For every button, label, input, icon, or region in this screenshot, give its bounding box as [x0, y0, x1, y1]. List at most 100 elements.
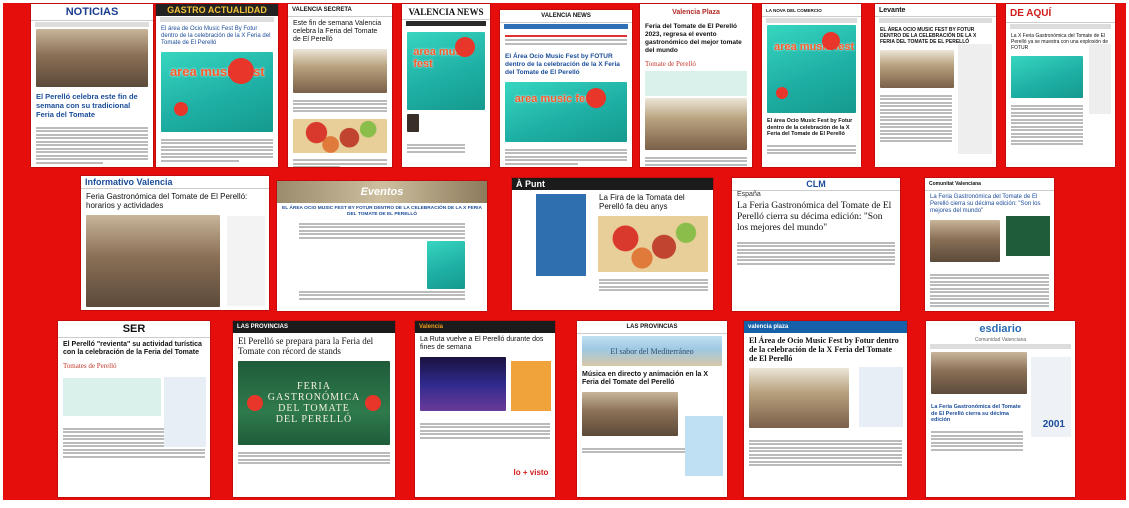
- masthead: À Punt: [512, 178, 713, 190]
- poster-line: DEL PERELLÓ: [275, 414, 353, 425]
- body-text: [744, 435, 907, 471]
- banner-ad: El sabor del Mediterráneo: [582, 336, 722, 366]
- masthead: SER: [58, 321, 210, 338]
- sidebar-ad: [685, 416, 723, 476]
- clipping-levante[interactable]: Levante EL ÁREA OCIO MUSIC FEST BY FOTUR…: [875, 4, 996, 167]
- masthead: Eventos: [277, 181, 487, 203]
- masthead: Valencia: [415, 321, 555, 333]
- crowd-photo: [930, 220, 1000, 262]
- body-text: [402, 139, 470, 157]
- headline: Feria del Tomate de El Perelló 2023, reg…: [645, 23, 742, 54]
- clipping-valencia-secreta[interactable]: VALENCIA SECRETA Este fin de semana Vale…: [288, 4, 392, 167]
- clipping-clm[interactable]: CLM España La Feria Gastronómica del Tom…: [732, 178, 900, 311]
- article-photo: [582, 392, 678, 436]
- headline: Este fin de semana Valencia celebra la F…: [293, 20, 382, 43]
- body-text: [288, 155, 392, 167]
- nav-bar: [160, 17, 274, 22]
- clipping-informativo-valencia[interactable]: Informativo Valencia Feria Gastronómica …: [81, 176, 269, 310]
- clipping-valencia-plaza[interactable]: Valencia Plaza Feria del Tomate de El Pe…: [640, 4, 752, 167]
- crowd-photo: [931, 352, 1027, 394]
- tomato-graphic: [775, 86, 788, 99]
- masthead: Levante: [875, 4, 996, 17]
- event-poster: Tomate de Perelló: [645, 60, 747, 96]
- poster-title: area music fest: [514, 92, 595, 105]
- body-text: [1006, 100, 1088, 150]
- masthead: Comunitat Valenciana: [925, 178, 1054, 191]
- clipping-ruta[interactable]: Valencia La Ruta vuelve a El Perelló dur…: [415, 321, 555, 497]
- body-text: [233, 447, 395, 469]
- masthead: VALENCIA NEWS: [402, 4, 490, 20]
- nav-bar: [406, 21, 486, 26]
- clipping-a-punt[interactable]: À Punt La Fira de la Tomata del Perelló …: [512, 178, 713, 310]
- body-text: [594, 274, 713, 296]
- ad-label: lo + visto: [513, 468, 549, 477]
- sidebar-ad: [859, 367, 903, 427]
- tomato-photo: [598, 216, 708, 272]
- nav-bar: [930, 344, 1071, 349]
- headline: Música en directo y animación en la X Fe…: [582, 371, 709, 386]
- body-text: [277, 222, 487, 239]
- clipping-comunitat-valenciana[interactable]: Comunitat Valenciana La Feria Gastronómi…: [925, 178, 1054, 311]
- body-text: [926, 427, 1028, 456]
- masthead: valencia plaza: [744, 321, 907, 333]
- section-label: España: [737, 191, 761, 198]
- clipping-esdiario[interactable]: esdiario Comunidad Valenciana 2001 La Fe…: [926, 321, 1075, 497]
- author-photo: [407, 114, 419, 132]
- headline: El Perelló "revienta" su actividad turís…: [63, 341, 202, 356]
- masthead: LAS PROVINCIAS: [577, 321, 727, 334]
- masthead: NOTICIAS: [31, 4, 153, 21]
- tomato-graphic: [455, 36, 476, 57]
- crowd-photo: [86, 215, 220, 307]
- clipping-fotur-feature[interactable]: VALENCIA NEWS El Área Ocio Music Fest by…: [500, 10, 632, 167]
- tomato-graphic: [63, 370, 77, 384]
- tomato-photo: [293, 118, 387, 153]
- clipping-valencia-news[interactable]: VALENCIA NEWS area music fest: [402, 4, 490, 167]
- event-poster: [427, 240, 465, 289]
- masthead: LAS PROVINCIAS: [233, 321, 395, 333]
- concert-photo: [420, 357, 506, 411]
- clipping-nova-comercio[interactable]: LA NOVA DEL COMERCIO area music fest El …: [762, 4, 861, 167]
- body-text: [762, 141, 861, 159]
- sidebar-ad: [1006, 216, 1050, 256]
- masthead: GASTRO ACTUALIDAD: [156, 4, 278, 16]
- clipping-noticias[interactable]: NOTICIAS El Perelló celebra este fin de …: [31, 4, 153, 167]
- body-text: [925, 269, 1054, 311]
- headline: El Área Ocio Music Fest by FOTUR dentro …: [505, 53, 620, 76]
- poster-title: area music fest: [774, 40, 855, 53]
- clipping-gastro[interactable]: GASTRO ACTUALIDAD El área de Ocio Music …: [156, 4, 278, 167]
- crowd-photo: [880, 50, 954, 88]
- clipping-valencia-plaza-fotur[interactable]: valencia plaza El Área de Ocio Music Fes…: [744, 321, 907, 497]
- clipping-eventos[interactable]: Eventos EL ÁREA OCIO MUSIC FEST BY FOTUR…: [277, 181, 487, 311]
- headline: La Ruta vuelve a El Perelló durante dos …: [420, 336, 544, 351]
- subtitle: Comunidad Valenciana: [974, 337, 1027, 343]
- clipping-ser[interactable]: SER El Perelló "revienta" su actividad t…: [58, 321, 210, 497]
- tomato-graphic: [228, 58, 255, 85]
- body-text: [277, 290, 487, 300]
- sidebar: [958, 44, 992, 154]
- nav-bar: [35, 22, 149, 27]
- ad-number: 2001: [1042, 419, 1065, 430]
- clipping-las-provincias-musica[interactable]: LAS PROVINCIAS El sabor del Mediterráneo…: [577, 321, 727, 497]
- masthead: Valencia Plaza: [640, 4, 752, 20]
- clipping-las-provincias-feria[interactable]: LAS PROVINCIAS El Perelló se prepara par…: [233, 321, 395, 497]
- clipping-de-aqui[interactable]: DE AQUÍ La X Feria Gastronómica del Toma…: [1006, 4, 1115, 167]
- poster-title: Tomate de Perelló: [645, 60, 696, 68]
- event-poster: area music fest: [161, 52, 273, 132]
- masthead: CLM: [732, 178, 900, 191]
- body-text: [640, 152, 752, 167]
- headline: La Feria Gastronómica del Tomate de El P…: [930, 194, 1041, 214]
- tomato-graphic: [645, 68, 657, 80]
- headline: La Feria Gastronómica del Tomate de El P…: [931, 404, 1021, 423]
- headline: El área de Ocio Music Fest By Fotur dent…: [161, 26, 271, 46]
- nav-bar: [504, 24, 628, 29]
- article-photo: [293, 49, 387, 93]
- poster-line: FERIA: [297, 381, 331, 392]
- body-text: [732, 237, 900, 269]
- article-photo: [36, 29, 148, 87]
- article-photo: [749, 368, 849, 428]
- body-text: [875, 90, 957, 147]
- headline: Feria Gastronómica del Tomate de El Pere…: [86, 192, 248, 210]
- ticker: [500, 30, 632, 50]
- poster-title: Tomates de Perelló: [63, 362, 117, 370]
- tomato-graphic: [174, 101, 189, 116]
